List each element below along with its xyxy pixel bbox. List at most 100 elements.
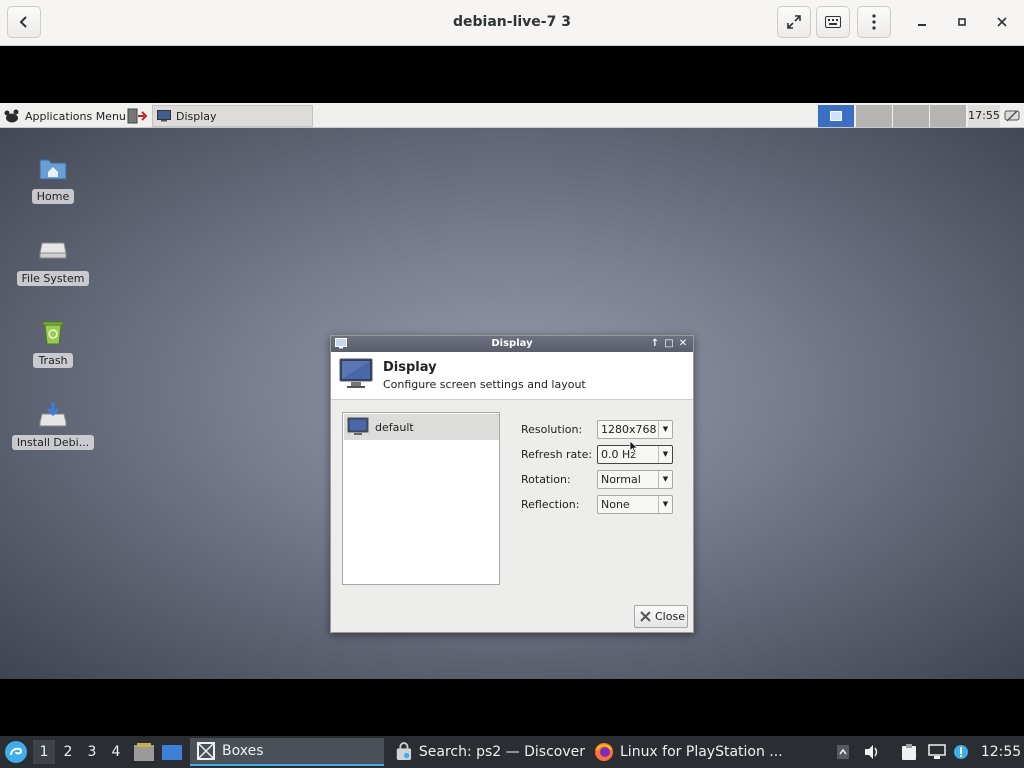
fullscreen-icon <box>787 15 801 29</box>
maximize-button[interactable] <box>950 10 974 34</box>
close-window-button[interactable] <box>990 10 1014 34</box>
guest-clock[interactable]: 17:55 <box>968 105 1000 127</box>
refresh-rate-label: Refresh rate: <box>521 448 593 461</box>
monitor-icon <box>347 417 369 435</box>
output-item-default[interactable]: default <box>344 414 499 440</box>
app-launcher-button[interactable] <box>4 740 28 764</box>
desktop-icon-label: File System <box>16 271 90 286</box>
rotation-label: Rotation: <box>521 473 571 486</box>
workspace-window-thumb <box>830 111 842 121</box>
workspace-3[interactable] <box>893 105 929 127</box>
host-clock[interactable]: 12:55 <box>978 736 1024 768</box>
output-label: default <box>375 420 414 434</box>
network-tray[interactable] <box>927 742 947 762</box>
dialog-heading: Display <box>383 360 437 375</box>
shade-button[interactable]: ↑ <box>649 337 661 351</box>
applications-menu-label: Applications Menu <box>25 109 126 123</box>
desktop-icon-label: Install Debi... <box>11 435 95 450</box>
xfce-panel: Applications Menu Display 17:55 <box>0 103 1024 128</box>
xfce-mouse-icon <box>4 109 19 123</box>
boxes-header-bar: debian-live-7 3 <box>0 0 1024 46</box>
tray-expander[interactable] <box>833 742 853 762</box>
vm-display[interactable]: Applications Menu Display 17:55 Home Fil… <box>0 47 1024 679</box>
install-drive-icon <box>35 396 71 432</box>
fullscreen-button[interactable] <box>777 6 811 38</box>
host-workspace-3[interactable]: 3 <box>81 740 103 764</box>
discover-bag-icon <box>396 742 412 761</box>
reflection-label: Reflection: <box>521 498 580 511</box>
task-label: Boxes <box>222 743 264 759</box>
desktop-icon-label: Trash <box>33 353 73 368</box>
maximize-icon <box>958 18 966 26</box>
dropdown-arrow-icon: ▼ <box>658 496 672 513</box>
close-button[interactable]: Close <box>634 605 688 628</box>
clipboard-tray[interactable] <box>899 742 919 762</box>
speaker-icon <box>865 745 878 759</box>
desktop-icon-file-system[interactable]: File System <box>13 232 93 286</box>
dialog-window-title: Display <box>491 338 533 349</box>
menu-button[interactable] <box>857 6 891 38</box>
dropdown-arrow-icon: ▼ <box>658 446 672 463</box>
keyboard-icon <box>825 16 841 28</box>
desktop: Home File System Trash Install Debi... D… <box>0 128 1024 679</box>
network-icon <box>928 744 946 759</box>
dialog-close-x-button[interactable]: ✕ <box>677 337 689 351</box>
resolution-label: Resolution: <box>521 423 583 436</box>
close-icon <box>640 611 651 622</box>
taskbar-item-display[interactable]: Display <box>152 105 313 127</box>
volume-tray[interactable] <box>862 742 882 762</box>
back-button[interactable] <box>7 6 41 38</box>
dialog-titlebar[interactable]: Display ↑ □ ✕ <box>331 336 693 352</box>
notifications-tray[interactable] <box>951 742 971 762</box>
notification-icon <box>954 745 968 759</box>
host-workspace-1[interactable]: 1 <box>33 740 55 764</box>
output-list[interactable]: default <box>342 412 500 585</box>
host-workspace-2[interactable]: 2 <box>57 740 79 764</box>
folder-icon <box>134 743 154 761</box>
desktop-icon-home[interactable]: Home <box>13 150 93 204</box>
taskbar-item-discover[interactable]: Search: ps2 — Discover <box>389 738 585 766</box>
minimize-button[interactable] <box>910 10 934 34</box>
applications-menu-button[interactable]: Applications Menu <box>3 106 126 126</box>
back-arrow-icon <box>19 16 27 28</box>
display-monitor-icon <box>339 358 373 388</box>
workspace-1[interactable] <box>818 105 854 127</box>
workspace-2[interactable] <box>856 105 892 127</box>
resolution-combo[interactable]: 1280x768 ▼ <box>597 420 673 439</box>
desktop-icon-trash[interactable]: Trash <box>13 314 93 368</box>
desktop-launcher[interactable] <box>161 743 185 761</box>
minimize-icon <box>918 24 926 26</box>
close-icon <box>997 17 1007 27</box>
window-icon <box>162 745 182 760</box>
desktop-icon-label: Home <box>31 189 75 204</box>
trash-icon <box>35 314 71 350</box>
network-tray-icon[interactable] <box>1003 107 1021 125</box>
taskbar-item-boxes[interactable]: Boxes <box>190 738 384 766</box>
host-workspace-4[interactable]: 4 <box>105 740 127 764</box>
dropdown-arrow-icon: ▼ <box>658 471 672 488</box>
monitor-icon <box>157 110 171 122</box>
files-launcher[interactable] <box>133 742 155 762</box>
dialog-header: Display Configure screen settings and la… <box>331 352 693 400</box>
close-icon: ✕ <box>678 338 688 349</box>
launcher-swirl-icon <box>5 741 27 763</box>
dropdown-arrow-icon: ▼ <box>658 421 672 438</box>
chevron-up-icon <box>837 745 849 759</box>
task-label: Display <box>176 109 217 123</box>
close-button-label: Close <box>655 610 685 623</box>
rotation-value: Normal <box>601 473 641 486</box>
taskbar-item-firefox[interactable]: Linux for PlayStation ... <box>588 738 788 766</box>
kebab-menu-icon <box>872 14 876 30</box>
firefox-icon <box>595 743 613 761</box>
logout-launcher-icon[interactable] <box>126 107 148 125</box>
rotation-combo[interactable]: Normal ▼ <box>597 470 673 489</box>
drive-icon <box>35 232 71 268</box>
keyboard-button[interactable] <box>816 6 850 38</box>
workspace-4[interactable] <box>930 105 966 127</box>
home-folder-icon <box>35 150 71 186</box>
square-icon: □ <box>664 338 674 349</box>
dialog-maximize-button[interactable]: □ <box>663 337 675 351</box>
host-taskbar: 1 2 3 4 Boxes Search: ps2 — Discover Lin… <box>0 736 1024 768</box>
reflection-combo[interactable]: None ▼ <box>597 495 673 514</box>
desktop-icon-install-debian[interactable]: Install Debi... <box>11 396 95 450</box>
